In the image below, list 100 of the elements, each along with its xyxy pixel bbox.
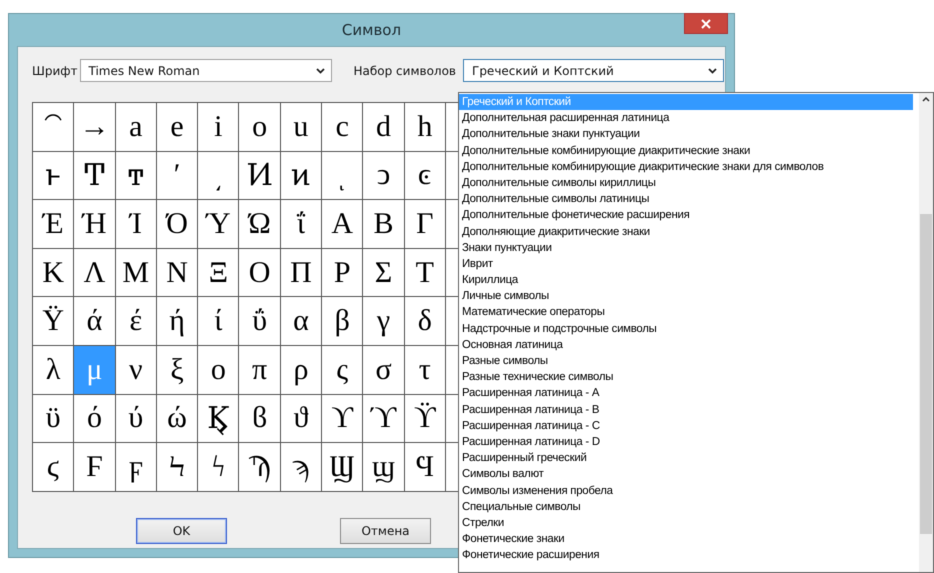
- symbol-cell[interactable]: ͼ: [404, 152, 446, 200]
- symbol-cell[interactable]: ͺ: [322, 152, 364, 200]
- dropdown-option[interactable]: Расширенная латиница - B: [459, 402, 919, 418]
- dropdown-option[interactable]: Личные символы: [459, 288, 919, 304]
- symbol-cell[interactable]: Ͷ: [239, 152, 281, 200]
- symbol-cell[interactable]: Α: [322, 200, 364, 249]
- symbol-cell[interactable]: ͵: [198, 152, 240, 200]
- symbol-cell[interactable]: έ: [116, 297, 157, 346]
- symbol-cell[interactable]: ή: [156, 297, 198, 346]
- symbol-cell[interactable]: ͳ: [116, 152, 157, 200]
- symbol-cell[interactable]: Ύ: [198, 200, 240, 249]
- symbol-cell[interactable]: Λ: [74, 248, 116, 298]
- symbol-cell[interactable]: a: [116, 103, 157, 152]
- symbol-cell[interactable]: ϑ: [280, 394, 322, 444]
- dropdown-option[interactable]: Расширенная латиница - A: [459, 385, 919, 402]
- dropdown-option[interactable]: Разные технические символы: [459, 369, 919, 386]
- symbol-cell[interactable]: Σ: [363, 248, 405, 298]
- dropdown-option[interactable]: Дополнительная расширенная латиница: [459, 110, 919, 126]
- symbol-cell[interactable]: d: [363, 103, 405, 152]
- dropdown-option[interactable]: Кириллица: [459, 272, 919, 288]
- symbol-cell[interactable]: Ν: [156, 248, 198, 298]
- dropdown-option[interactable]: Расширенная латиница - C: [459, 418, 919, 434]
- dropdown-option[interactable]: Расширенная латиница - D: [459, 434, 919, 450]
- font-dropdown[interactable]: Times New Roman: [80, 59, 332, 82]
- dropdown-option[interactable]: Дополнительные комбинирующие диакритические знаки для символов: [459, 158, 919, 175]
- dropdown-option[interactable]: Расширенный греческий: [459, 450, 919, 466]
- symbol-cell[interactable]: Ͳ: [74, 152, 116, 200]
- symbol-cell[interactable]: Ρ: [322, 248, 364, 298]
- symbol-cell[interactable]: λ: [33, 346, 74, 395]
- symbol-cell[interactable]: α: [280, 297, 322, 346]
- symbol-cell[interactable]: Ϗ: [198, 394, 240, 444]
- symbol-cell[interactable]: ώ: [156, 394, 198, 444]
- symbol-cell[interactable]: ν: [116, 346, 157, 395]
- symbol-cell[interactable]: δ: [404, 297, 446, 346]
- symbol-cell[interactable]: e: [156, 103, 198, 152]
- symbol-cell[interactable]: ξ: [156, 346, 198, 395]
- symbol-cell[interactable]: Ό: [156, 200, 198, 249]
- symbol-cell[interactable]: Μ: [116, 248, 157, 298]
- dropdown-option[interactable]: Иврит: [459, 256, 919, 272]
- symbol-cell[interactable]: ύ: [116, 394, 157, 444]
- symbol-cell[interactable]: ϡ: [280, 443, 322, 492]
- symbol-cell[interactable]: ΰ: [239, 297, 281, 346]
- symbol-cell[interactable]: ς: [322, 346, 364, 395]
- symbol-cell[interactable]: ό: [74, 394, 116, 444]
- symbol-cell[interactable]: ϒ: [322, 394, 364, 444]
- symbol-cell[interactable]: o: [239, 103, 281, 152]
- close-button[interactable]: [684, 13, 728, 34]
- dropdown-option[interactable]: Фонетические знаки: [459, 531, 919, 548]
- symbol-cell[interactable]: π: [239, 346, 281, 395]
- symbol-cell[interactable]: Π: [280, 248, 322, 298]
- symbol-cell[interactable]: Ξ: [198, 248, 240, 298]
- symbol-cell[interactable]: β: [322, 297, 364, 346]
- symbol-cell[interactable]: Ϡ: [239, 443, 281, 492]
- symbol-cell[interactable]: u: [280, 103, 322, 152]
- symbol-cell[interactable]: ϟ: [198, 443, 240, 492]
- symbol-cell[interactable]: i: [198, 103, 240, 152]
- symbol-cell[interactable]: Ϝ: [74, 443, 116, 492]
- symbol-cell[interactable]: Τ: [404, 248, 446, 298]
- scrollbar[interactable]: [919, 93, 933, 572]
- symbol-cell[interactable]: →: [74, 103, 116, 152]
- dropdown-option[interactable]: Дополнительные символы латиницы: [459, 191, 919, 208]
- symbol-cell[interactable]: Ϟ: [156, 443, 198, 492]
- symbol-cell[interactable]: Ώ: [239, 200, 281, 249]
- dropdown-option[interactable]: Стрелки: [459, 514, 919, 532]
- dropdown-option[interactable]: Фонетические расширения: [459, 547, 919, 564]
- symbol-cell[interactable]: τ: [404, 346, 446, 395]
- symbol-cell[interactable]: ʹ: [156, 152, 198, 200]
- dropdown-option[interactable]: Разные символы: [459, 353, 919, 370]
- symbol-cell[interactable]: Ϣ: [322, 443, 364, 492]
- symbol-cell[interactable]: ⁀: [33, 103, 74, 152]
- ok-button[interactable]: OK: [136, 518, 227, 544]
- symbol-cell[interactable]: ͱ: [33, 152, 74, 200]
- symbol-cell[interactable]: ϐ: [239, 394, 281, 444]
- dropdown-option[interactable]: Специальные символы: [459, 498, 919, 515]
- symbol-cell[interactable]: Ϋ: [33, 297, 74, 346]
- dropdown-option[interactable]: Математические операторы: [459, 304, 919, 321]
- dropdown-option[interactable]: Знаки пунктуации: [459, 240, 919, 256]
- dropdown-option[interactable]: Дополнительные знаки пунктуации: [459, 126, 919, 143]
- symbol-cell[interactable]: Έ: [33, 200, 74, 249]
- symbol-cell[interactable]: ϣ: [363, 443, 405, 492]
- symbol-cell[interactable]: ϛ: [33, 443, 74, 492]
- dropdown-option[interactable]: Дополнительные символы кириллицы: [459, 174, 919, 192]
- dropdown-option[interactable]: Символы валют: [459, 466, 919, 482]
- symbol-cell[interactable]: γ: [363, 297, 405, 346]
- subset-dropdown[interactable]: Греческий и Коптский: [463, 59, 724, 82]
- symbol-cell[interactable]: ο: [198, 346, 240, 395]
- symbol-cell[interactable]: Κ: [33, 248, 74, 298]
- symbol-cell[interactable]: ϋ: [33, 394, 74, 444]
- symbol-cell[interactable]: Ή: [74, 200, 116, 249]
- symbol-cell[interactable]: Ϥ: [404, 443, 446, 492]
- dropdown-option[interactable]: Дополнительные фонетические расширения: [459, 207, 919, 224]
- dropdown-option[interactable]: Символы изменения пробела: [459, 482, 919, 499]
- symbol-cell[interactable]: ά: [74, 297, 116, 346]
- dropdown-option[interactable]: Дополнительные комбинирующие диакритические знаки: [459, 142, 919, 159]
- symbol-cell[interactable]: Β: [363, 200, 405, 249]
- dropdown-option[interactable]: Основная латиница: [459, 336, 919, 353]
- symbol-cell[interactable]: c: [322, 103, 364, 152]
- symbol-cell[interactable]: Ί: [116, 200, 157, 249]
- symbol-cell[interactable]: ΐ: [280, 200, 322, 249]
- symbol-cell[interactable]: Ο: [239, 248, 281, 298]
